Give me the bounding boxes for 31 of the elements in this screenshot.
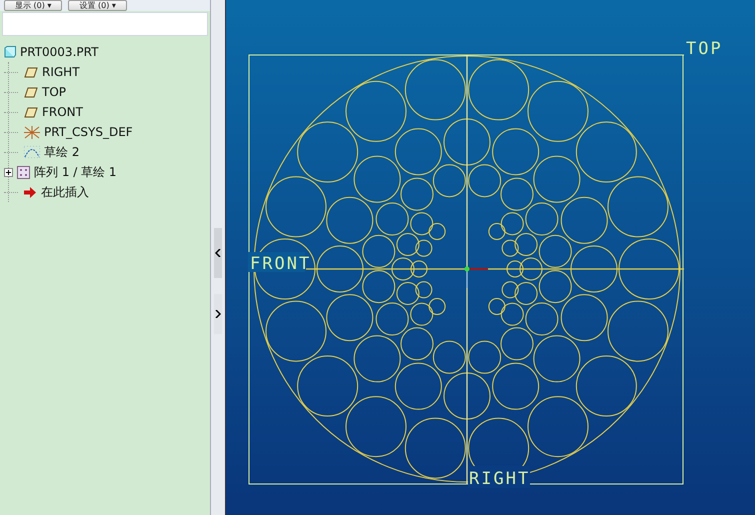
plane-icon — [24, 86, 38, 98]
sketch-icon — [24, 146, 40, 158]
pattern-icon — [17, 166, 30, 178]
arrow-icon — [24, 186, 37, 198]
origin-point — [464, 266, 470, 272]
z-axis-line — [466, 268, 468, 288]
plane-icon — [24, 106, 38, 118]
splitter-bar[interactable] — [210, 0, 226, 515]
datum-label: FRONT — [250, 254, 312, 274]
tree-item[interactable]: TOP — [42, 85, 66, 99]
plane-icon — [24, 66, 38, 78]
x-axis-line — [467, 268, 488, 270]
part-icon — [4, 46, 16, 58]
search-field[interactable] — [2, 12, 208, 36]
tree-item[interactable]: 草绘 2 — [44, 144, 80, 160]
datum-label: TOP — [686, 39, 723, 59]
expand-toggle[interactable] — [4, 168, 13, 176]
toolbar-button[interactable]: 显示 (0) ▾ — [4, 0, 62, 11]
toolbar-button[interactable]: 设置 (0) ▾ — [68, 0, 127, 11]
tree-item[interactable]: RIGHT — [42, 65, 80, 79]
datum-label: RIGHT — [469, 469, 530, 489]
expand-right-button[interactable] — [214, 294, 222, 334]
chevron-right-icon — [215, 310, 222, 318]
chevron-left-icon — [215, 249, 222, 257]
tree-item[interactable]: PRT0003.PRT — [20, 45, 98, 59]
collapse-left-button[interactable] — [214, 228, 222, 278]
tree-item[interactable]: PRT_CSYS_DEF — [44, 125, 133, 139]
tree-item[interactable]: 在此插入 — [41, 184, 89, 200]
tree-item[interactable]: 阵列 1 / 草绘 1 — [34, 164, 117, 180]
coordinate-system-icon — [24, 126, 40, 138]
tree-item[interactable]: FRONT — [42, 105, 83, 119]
